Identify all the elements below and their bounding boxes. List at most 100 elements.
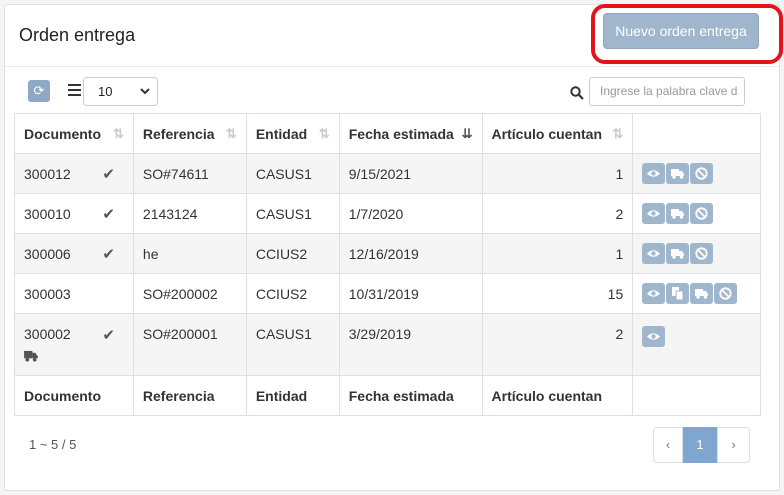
cell-entidad: CASUS1 [245, 153, 340, 194]
table-row: 300006 ✔ he CCIUS2 12/16/2019 1 [14, 233, 761, 274]
table-row: 300010 ✔ 2143124 CASUS1 1/7/2020 2 [14, 193, 761, 234]
page-1-button[interactable]: 1 [683, 427, 717, 463]
cell-fecha: 12/16/2019 [338, 233, 483, 274]
ship-button[interactable] [690, 283, 714, 304]
table-footer-row: Documento Referencia Entidad Fecha estim… [14, 375, 761, 416]
column-header-fecha[interactable]: Fecha estimada ⇊ [338, 113, 483, 154]
footer-documento: Documento [14, 375, 134, 416]
cell-entidad: CCIUS2 [245, 273, 340, 314]
table-row: 300003 SO#200002 CCIUS2 10/31/2019 15 [14, 273, 761, 314]
sort-icon: ⇅ [612, 126, 624, 141]
table-toolbar: ⟳ 10 Ingrese la palabra clave d [0, 70, 784, 110]
prev-page-button[interactable]: ‹ [653, 427, 683, 463]
cell-entidad: CASUS1 [245, 193, 340, 234]
cancel-button[interactable] [714, 283, 738, 304]
column-label: Documento [24, 125, 101, 142]
cell-entidad: CCIUS2 [245, 233, 340, 274]
page-size-select[interactable]: 10 [83, 77, 158, 106]
pagination-info: 1 ~ 5 / 5 [29, 437, 77, 452]
footer-cuentan: Artículo cuentan [481, 375, 634, 416]
cell-referencia: he [132, 233, 247, 274]
check-icon: ✔ [102, 245, 115, 263]
view-button[interactable] [642, 243, 666, 264]
pagination: ‹ 1 › [653, 427, 750, 463]
sort-icon: ⇅ [113, 126, 124, 141]
ban-icon [695, 167, 708, 180]
eye-icon [647, 250, 661, 257]
refresh-icon: ⟳ [33, 83, 45, 98]
next-page-button[interactable]: › [717, 427, 750, 463]
cancel-button[interactable] [690, 243, 714, 264]
table-header-row: Documento ⇅ Referencia ⇅ Entidad ⇅ Fecha es… [14, 113, 761, 154]
document-number: 300006 [24, 245, 71, 262]
column-label: Referencia [142, 125, 215, 142]
column-header-documento[interactable]: Documento ⇅ [14, 113, 134, 154]
footer-entidad: Entidad [245, 375, 340, 416]
cell-actions [632, 193, 761, 234]
view-button[interactable] [642, 163, 666, 184]
cell-actions [632, 153, 761, 194]
cell-actions [632, 313, 761, 376]
cell-referencia: SO#74611 [132, 153, 247, 194]
check-icon: ✔ [102, 165, 115, 183]
new-delivery-order-button[interactable]: Nuevo orden entrega [603, 13, 759, 49]
column-label: Artículo cuentan [491, 125, 603, 142]
document-number: 300012 [24, 165, 71, 182]
column-label: Entidad [255, 125, 308, 142]
cell-documento: 300012 ✔ [14, 153, 134, 194]
cell-fecha: 3/29/2019 [338, 313, 483, 376]
cell-cuentan: 2 [481, 193, 634, 234]
check-icon: ✔ [102, 327, 115, 344]
ship-button[interactable] [666, 243, 690, 264]
view-button[interactable] [642, 326, 666, 347]
page-size-value: 10 [98, 84, 113, 99]
document-number: 300003 [24, 285, 71, 302]
search-input[interactable]: Ingrese la palabra clave d [589, 77, 745, 106]
cell-cuentan: 1 [481, 233, 634, 274]
cell-fecha: 1/7/2020 [338, 193, 483, 234]
cell-documento: 300002 ✔ [14, 313, 134, 376]
cell-cuentan: 1 [481, 153, 634, 194]
eye-icon [647, 333, 661, 340]
column-header-referencia[interactable]: Referencia ⇅ [132, 113, 247, 154]
eye-icon [647, 290, 661, 297]
table-row: 300002 ✔ SO#200001 CASUS1 3/29/2019 2 [14, 313, 761, 376]
cell-cuentan: 15 [481, 273, 634, 314]
cell-fecha: 10/31/2019 [338, 273, 483, 314]
cell-actions [632, 233, 761, 274]
footer-fecha: Fecha estimada [338, 375, 483, 416]
column-label: Fecha estimada [348, 125, 454, 142]
cell-entidad: CASUS1 [245, 313, 340, 376]
ban-icon [719, 287, 732, 300]
ship-button[interactable] [666, 203, 690, 224]
sort-icon: ⇅ [225, 126, 237, 141]
eye-icon [647, 170, 661, 177]
column-header-cuentan[interactable]: Artículo cuentan ⇅ [481, 113, 634, 154]
footer-referencia: Referencia [132, 375, 247, 416]
refresh-button[interactable]: ⟳ [28, 80, 50, 102]
ban-icon [695, 247, 708, 260]
ship-button[interactable] [666, 163, 690, 184]
cell-referencia: 2143124 [132, 193, 247, 234]
truck-icon [671, 169, 685, 179]
cancel-button[interactable] [690, 203, 714, 224]
page-title: Orden entrega [19, 25, 136, 45]
view-button[interactable] [642, 203, 666, 224]
copy-button[interactable] [666, 283, 690, 304]
truck-icon [671, 249, 685, 259]
sort-desc-icon: ⇊ [461, 126, 473, 141]
cell-documento: 300006 ✔ [14, 233, 134, 274]
search-icon [570, 86, 584, 100]
view-button[interactable] [642, 283, 666, 304]
eye-icon [647, 210, 661, 217]
column-header-entidad[interactable]: Entidad ⇅ [245, 113, 340, 154]
cell-actions [632, 273, 761, 314]
table-row: 300012 ✔ SO#74611 CASUS1 9/15/2021 1 [14, 153, 761, 194]
footer-actions [632, 375, 761, 416]
cell-documento: 300003 [14, 273, 134, 314]
cell-fecha: 9/15/2021 [338, 153, 483, 194]
cancel-button[interactable] [690, 163, 714, 184]
truck-icon [671, 209, 685, 219]
document-number: 300010 [24, 205, 71, 222]
ban-icon [695, 207, 708, 220]
